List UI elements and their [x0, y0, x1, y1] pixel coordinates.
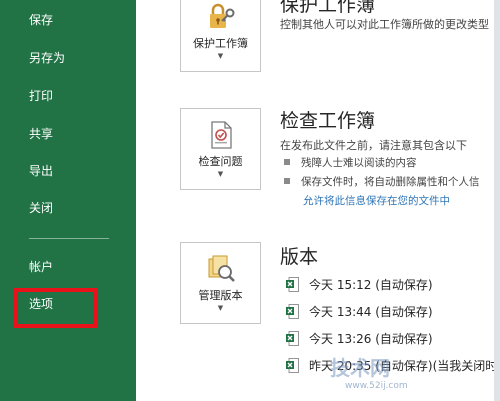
nav-close[interactable]: 关闭	[29, 200, 53, 216]
chevron-down-icon: ▼	[217, 170, 224, 178]
nav-save-as[interactable]: 另存为	[29, 50, 65, 66]
version-item-label: 今天 13:44 (自动保存)	[309, 305, 433, 319]
version-item[interactable]: 今天 13:44 (自动保存)	[286, 303, 433, 320]
bullet-square-icon	[284, 159, 290, 165]
protect-workbook-label: 保护工作簿	[193, 37, 248, 50]
scroll-edge[interactable]	[494, 0, 500, 401]
excel-file-icon	[286, 277, 299, 292]
version-item[interactable]: 今天 15:12 (自动保存)	[286, 276, 433, 293]
version-item[interactable]: 昨天 20:35 (自动保存)(当我关闭时	[286, 357, 497, 374]
nav-share[interactable]: 共享	[29, 126, 53, 142]
inspect-bullet: 残障人士难以阅读的内容	[284, 155, 417, 170]
inspect-section-description: 在发布此文件之前，请注意其包含以下	[280, 139, 467, 152]
version-item-label: 昨天 20:35 (自动保存)(当我关闭时	[309, 359, 498, 373]
options-highlight-box	[14, 288, 98, 328]
nav-account[interactable]: 帐户	[29, 259, 53, 275]
excel-file-icon	[286, 331, 299, 346]
nav-save[interactable]: 保存	[29, 12, 53, 28]
check-issues-button[interactable]: 检查问题 ▼	[180, 108, 261, 190]
bullet-square-icon	[284, 178, 290, 184]
inspect-bullet-text: 残障人士难以阅读的内容	[301, 157, 417, 169]
info-panel: 保护工作簿 ▼ 保护工作簿 控制其他人可以对此工作簿所做的更改类型 检查问题 ▼…	[136, 0, 500, 401]
lock-key-icon	[210, 3, 235, 28]
manage-versions-button[interactable]: 管理版本 ▼	[180, 242, 261, 324]
backstage-sidebar: 保存 另存为 打印 共享 导出 关闭 帐户 选项	[0, 0, 136, 401]
inspect-bullet: 保存文件时，将自动删除属性和个人信	[284, 174, 480, 189]
nav-print[interactable]: 打印	[29, 88, 53, 104]
inspect-section-title: 检查工作簿	[280, 110, 376, 132]
chevron-down-icon: ▼	[217, 304, 224, 312]
version-item-label: 今天 13:26 (自动保存)	[309, 332, 433, 346]
manage-versions-icon	[208, 255, 235, 282]
version-item-label: 今天 15:12 (自动保存)	[309, 278, 433, 292]
check-issues-label: 检查问题	[198, 155, 243, 168]
version-item[interactable]: 今天 13:26 (自动保存)	[286, 330, 433, 347]
versions-section-title: 版本	[280, 246, 319, 268]
sidebar-divider	[29, 238, 109, 239]
excel-file-icon	[286, 358, 299, 373]
nav-export[interactable]: 导出	[29, 163, 53, 179]
protect-section-description: 控制其他人可以对此工作簿所做的更改类型	[280, 18, 489, 31]
excel-backstage: 保存 另存为 打印 共享 导出 关闭 帐户 选项 保护工作簿 ▼ 保护工作簿 控…	[0, 0, 500, 401]
excel-file-icon	[286, 304, 299, 319]
allow-save-info-link[interactable]: 允许将此信息保存在您的文件中	[303, 193, 450, 208]
inspect-document-icon	[211, 121, 232, 149]
inspect-bullet-text: 保存文件时，将自动删除属性和个人信	[301, 176, 480, 188]
manage-versions-label: 管理版本	[198, 289, 243, 302]
protect-workbook-button[interactable]: 保护工作簿 ▼	[180, 0, 261, 72]
protect-section-title: 保护工作簿	[280, 0, 376, 16]
chevron-down-icon: ▼	[217, 52, 224, 60]
